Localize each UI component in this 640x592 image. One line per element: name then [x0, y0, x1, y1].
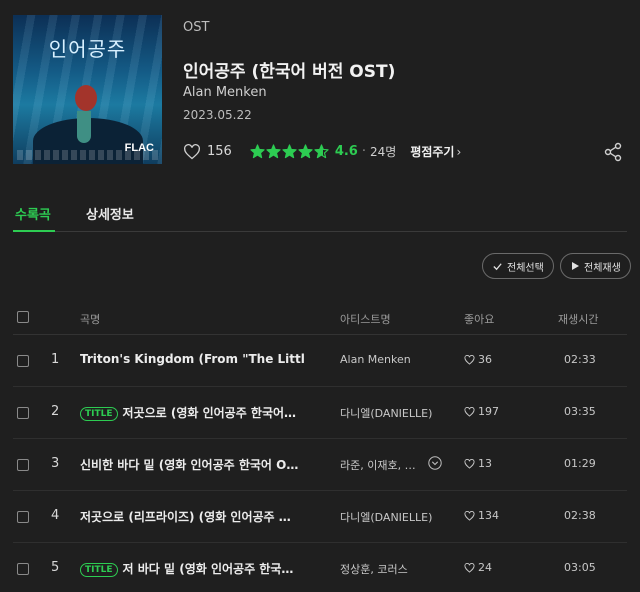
- flac-badge: FLAC: [124, 142, 154, 154]
- track-duration: 02:38: [564, 509, 596, 522]
- track-artist[interactable]: 다니엘(DANIELLE): [340, 405, 432, 421]
- track-number: 4: [51, 508, 60, 523]
- like-count: 156: [207, 144, 232, 159]
- col-title: 곡명: [80, 313, 101, 326]
- table-row[interactable]: 5 TITLE 저 바다 밑 (영화 인어공주 한국… 정상훈, 코러스 24 03:05: [13, 543, 627, 592]
- tab-bar: 수록곡 상세정보: [13, 198, 627, 232]
- track-number: 5: [51, 560, 60, 575]
- track-like-count: 36: [478, 353, 492, 366]
- select-all-button[interactable]: 전체선택: [482, 253, 554, 279]
- album-cover[interactable]: 인어공주 FLAC: [13, 15, 162, 164]
- track-artist[interactable]: 라준, 이재호, …: [340, 457, 416, 473]
- track-like-button[interactable]: 36: [464, 353, 492, 366]
- heart-icon: [464, 458, 475, 469]
- track-title[interactable]: TITLE 저곳으로 (영화 인어공주 한국어…: [80, 404, 296, 421]
- track-like-count: 24: [478, 561, 492, 574]
- chevron-right-icon: ›: [456, 145, 462, 159]
- track-number: 1: [51, 352, 60, 367]
- tab-details[interactable]: 상세정보: [86, 204, 134, 223]
- col-artist: 아티스트명: [340, 313, 391, 326]
- track-number: 3: [51, 456, 60, 471]
- heart-icon: [464, 406, 475, 417]
- track-like-button[interactable]: 197: [464, 405, 499, 418]
- check-icon: [493, 262, 502, 270]
- cover-mermaid-tail: [77, 111, 91, 143]
- track-title-text: Triton's Kingdom (From "The Little…: [80, 352, 305, 366]
- rate-link[interactable]: 평점주기 ›: [410, 143, 461, 160]
- table-row[interactable]: 4 저곳으로 (리프라이즈) (영화 인어공주 … 다니엘(DANIELLE) 134…: [13, 491, 627, 543]
- rating-separator: ·: [361, 144, 366, 159]
- track-like-count: 197: [478, 405, 499, 418]
- share-icon[interactable]: [603, 142, 623, 162]
- track-like-button[interactable]: 24: [464, 561, 492, 574]
- track-duration: 02:33: [564, 353, 596, 366]
- heart-icon: [464, 510, 475, 521]
- table-row[interactable]: 2 TITLE 저곳으로 (영화 인어공주 한국어… 다니엘(DANIELLE) 197…: [13, 387, 627, 439]
- track-duration: 03:05: [564, 561, 596, 574]
- track-artist[interactable]: 정상훈, 코러스: [340, 561, 408, 577]
- track-like-button[interactable]: 13: [464, 457, 492, 470]
- track-title[interactable]: 저곳으로 (리프라이즈) (영화 인어공주 …: [80, 508, 291, 525]
- track-number: 2: [51, 404, 60, 419]
- row-checkbox[interactable]: [17, 355, 29, 367]
- track-duration: 01:29: [564, 457, 596, 470]
- track-artist[interactable]: 다니엘(DANIELLE): [340, 509, 432, 525]
- album-stats: 156 4.6 · 24명 평점주기 ›: [183, 143, 461, 160]
- play-icon: [572, 262, 579, 270]
- play-all-button[interactable]: 전체재생: [560, 253, 631, 279]
- cover-title-art: 인어공주: [48, 37, 127, 61]
- row-checkbox[interactable]: [17, 407, 29, 419]
- rating-stars: [250, 144, 329, 159]
- table-row[interactable]: 1 Triton's Kingdom (From "The Little… Alan…: [13, 335, 627, 387]
- row-checkbox[interactable]: [17, 511, 29, 523]
- track-like-count: 134: [478, 509, 499, 522]
- rate-link-label: 평점주기: [410, 145, 455, 159]
- row-checkbox[interactable]: [17, 563, 29, 575]
- track-title-text: 저 바다 밑 (영화 인어공주 한국…: [122, 562, 294, 576]
- heart-icon[interactable]: [183, 143, 201, 160]
- title-badge: TITLE: [80, 407, 118, 421]
- album-artist-link[interactable]: Alan Menken: [183, 85, 267, 100]
- release-date: 2023.05.22: [183, 108, 252, 122]
- rating-value: 4.6: [334, 144, 358, 159]
- track-title-text: 신비한 바다 밑 (영화 인어공주 한국어 O…: [80, 458, 299, 472]
- track-like-count: 13: [478, 457, 492, 470]
- tab-tracks[interactable]: 수록곡: [13, 204, 55, 232]
- album-category: OST: [183, 20, 210, 35]
- track-like-button[interactable]: 134: [464, 509, 499, 522]
- track-table-header: 곡명 아티스트명 좋아요 재생시간: [13, 305, 627, 335]
- rating-count: 24명: [370, 145, 397, 159]
- heart-icon: [464, 562, 475, 573]
- track-title-text: 저곳으로 (리프라이즈) (영화 인어공주 …: [80, 510, 291, 524]
- table-row[interactable]: 3 신비한 바다 밑 (영화 인어공주 한국어 O… 라준, 이재호, … 13 01:…: [13, 439, 627, 491]
- track-title[interactable]: TITLE 저 바다 밑 (영화 인어공주 한국…: [80, 560, 293, 577]
- star-icon: [282, 144, 297, 159]
- track-title[interactable]: Triton's Kingdom (From "The Little…: [80, 352, 305, 366]
- col-duration: 재생시간: [558, 313, 599, 326]
- chevron-down-icon[interactable]: [428, 456, 442, 470]
- track-artist[interactable]: Alan Menken: [340, 353, 411, 366]
- row-checkbox[interactable]: [17, 459, 29, 471]
- heart-icon: [464, 354, 475, 365]
- star-icon: [266, 144, 281, 159]
- star-icon: [298, 144, 313, 159]
- play-all-label: 전체재생: [584, 262, 621, 274]
- track-duration: 03:35: [564, 405, 596, 418]
- title-badge: TITLE: [80, 563, 118, 577]
- album-title: 인어공주 (한국어 버전 OST): [183, 62, 396, 82]
- track-title[interactable]: 신비한 바다 밑 (영화 인어공주 한국어 O…: [80, 456, 298, 473]
- star-icon: [250, 144, 265, 159]
- select-all-checkbox[interactable]: [17, 311, 29, 323]
- col-likes: 좋아요: [464, 313, 495, 326]
- select-all-label: 전체선택: [507, 262, 544, 274]
- star-icon: [314, 144, 329, 159]
- cover-mermaid-hair: [75, 85, 97, 111]
- track-title-text: 저곳으로 (영화 인어공주 한국어…: [122, 406, 297, 420]
